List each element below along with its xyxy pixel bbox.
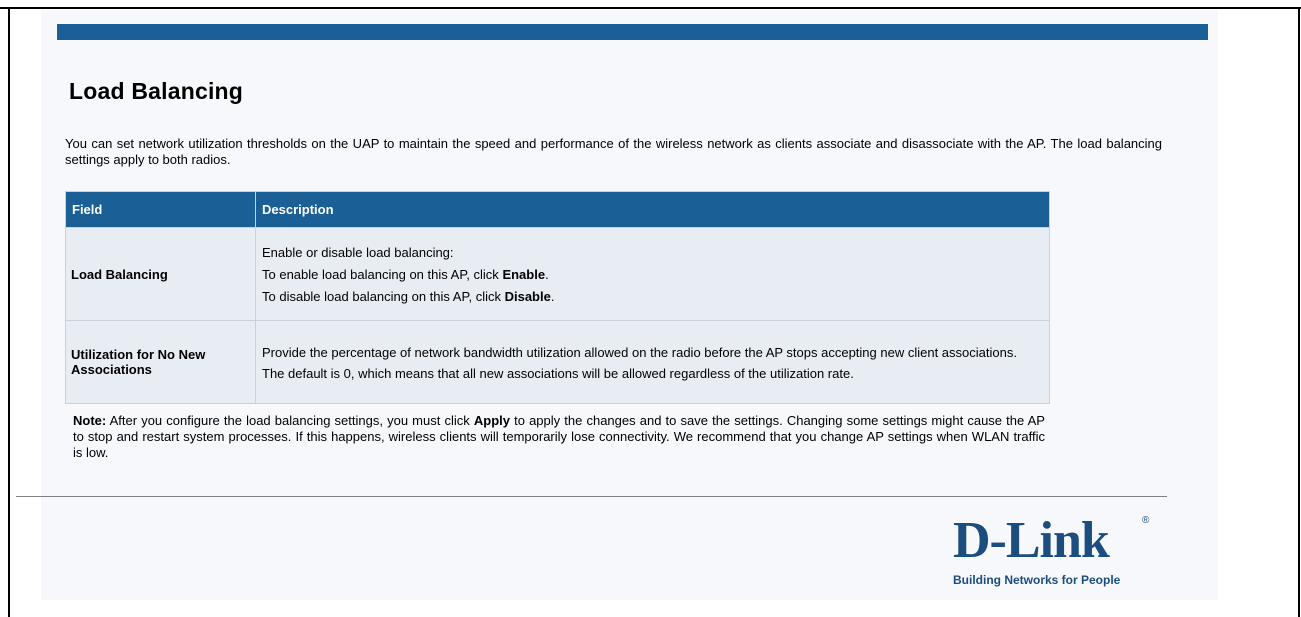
top-header-bar [57,24,1208,40]
logo-wordmark: D-Link [953,512,1110,569]
note-text: After you configure the load balancing s… [106,413,474,428]
field-description-table: Field Description Load Balancing Enable … [65,191,1050,404]
description-line: Provide the percentage of network bandwi… [262,345,1017,360]
description-text: To enable load balancing on this AP, cli… [262,266,503,282]
table-row: Utilization for No New Associations Prov… [65,320,1050,404]
field-name: Utilization for No New Associations [65,320,256,404]
registered-mark: ® [1142,515,1150,526]
frame-right-border [1298,7,1300,617]
logo-tagline: Building Networks for People [953,573,1121,587]
intro-paragraph: You can set network utilization threshol… [65,136,1162,167]
disable-keyword: Disable [504,288,551,304]
description-text: . [545,266,549,282]
page-title: Load Balancing [69,78,244,104]
description-line: Enable or disable load balancing: [262,244,454,260]
field-description: Provide the percentage of network bandwi… [255,320,1050,404]
description-line: To disable load balancing on this AP, cl… [262,289,1043,304]
field-description: Enable or disable load balancing: To ena… [255,227,1050,321]
dlink-logo: D-Link ® Building Networks for People [950,512,1152,595]
frame-left-border [8,7,10,617]
frame-top-border [0,7,1301,9]
field-name: Load Balancing [65,227,256,321]
enable-keyword: Enable [502,266,546,282]
column-header-description: Description [255,191,1050,228]
description-text: . [550,288,555,304]
description-line: The default is 0, which means that all n… [262,366,854,381]
table-header-row: Field Description [65,191,1050,228]
description-line: To enable load balancing on this AP, cli… [262,267,1043,282]
column-header-field: Field [65,191,256,228]
table-row: Load Balancing Enable or disable load ba… [65,227,1050,321]
footer-divider [16,496,1167,497]
note-label: Note: [73,413,107,428]
note-paragraph: Note: After you configure the load balan… [73,413,1045,461]
description-text: To disable load balancing on this AP, cl… [262,288,505,304]
apply-keyword: Apply [473,413,510,428]
